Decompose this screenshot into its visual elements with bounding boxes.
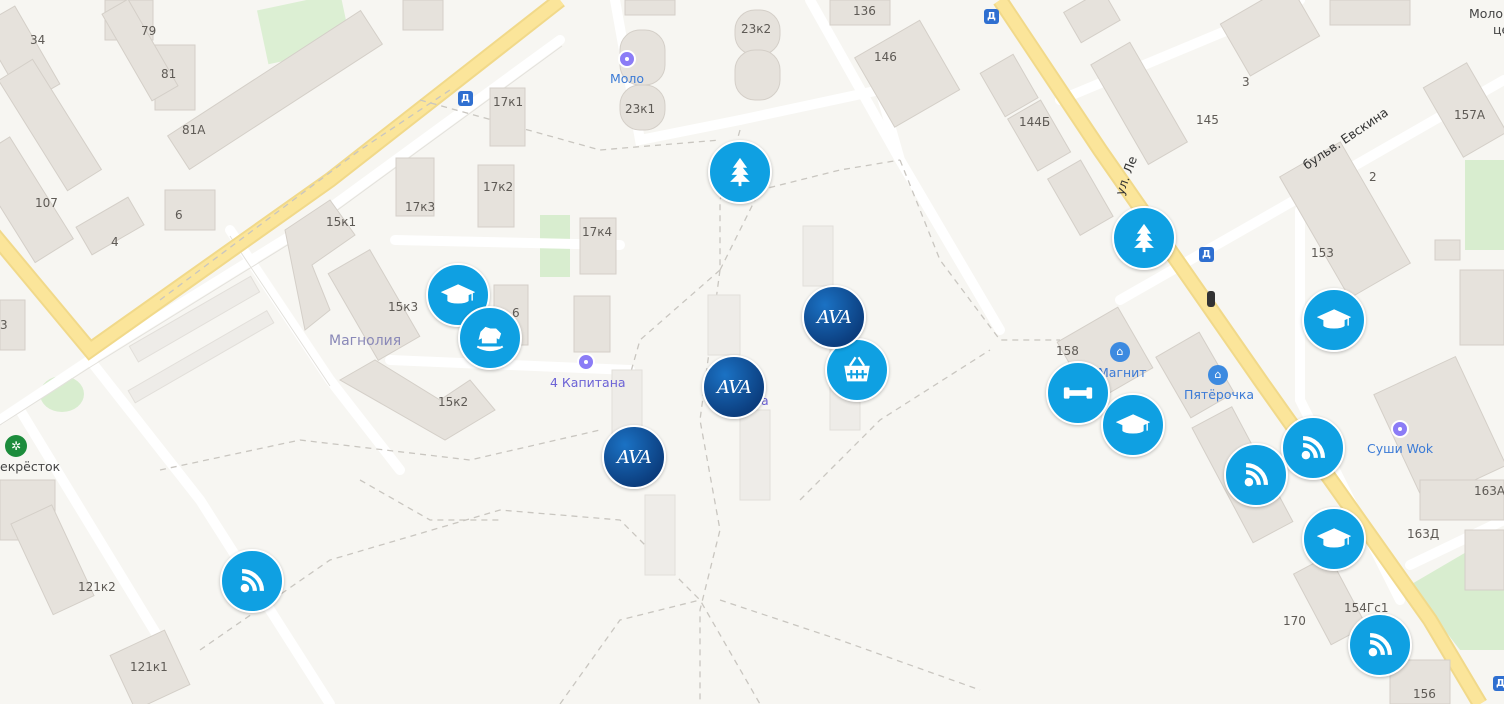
bus-stop-icon[interactable]: Д <box>1493 676 1504 691</box>
ava-marker[interactable]: AVA <box>802 285 866 349</box>
tree-icon[interactable] <box>1112 206 1176 270</box>
poi-molo-right-label-2[interactable]: це <box>1493 22 1504 37</box>
basket-poi-icon[interactable]: ⌂ <box>1110 342 1130 362</box>
basket-poi-icon[interactable]: ⌂ <box>1208 365 1228 385</box>
ava-marker-text: AVA <box>617 446 652 468</box>
house-number: 145 <box>1196 113 1219 127</box>
house-number: 17к2 <box>483 180 514 194</box>
house-number: 34 <box>30 33 46 47</box>
tree-icon[interactable] <box>708 140 772 204</box>
graduation-cap-icon[interactable] <box>1101 393 1165 457</box>
signal-icon[interactable] <box>1348 613 1412 677</box>
bus-stop-icon[interactable]: Д <box>984 9 999 24</box>
poi-pyaterochka-label[interactable]: Пятёрочка <box>1184 387 1254 402</box>
poi-kapitana-icon[interactable] <box>577 353 595 371</box>
ava-marker[interactable]: AVA <box>702 355 766 419</box>
house-number: 79 <box>141 24 157 38</box>
house-number: 15к3 <box>388 300 419 314</box>
house-number: 81 <box>161 67 177 81</box>
perekrestok-icon[interactable]: ✲ <box>5 435 27 457</box>
poi-sushi-icon[interactable] <box>1391 420 1409 438</box>
signal-icon[interactable] <box>1281 416 1345 480</box>
house-number: 17к1 <box>493 95 524 109</box>
district-label: Магнолия <box>329 333 402 349</box>
house-number: 107 <box>35 196 58 210</box>
house-number: 2 <box>1369 170 1377 184</box>
house-number: 23к1 <box>625 102 656 116</box>
house-number: 121к1 <box>130 660 168 674</box>
poi-kapitana-label[interactable]: 4 Капитана <box>550 375 626 390</box>
poi-molo-right-label[interactable]: Моло <box>1469 6 1503 21</box>
house-number: 3 <box>0 318 8 332</box>
house-number: 6 <box>175 208 183 222</box>
house-number: 3 <box>1242 75 1250 89</box>
house-number: 158 <box>1056 344 1079 358</box>
graduation-cap-icon[interactable] <box>1302 507 1366 571</box>
dumbbell-icon[interactable] <box>1046 361 1110 425</box>
map-canvas[interactable]: 34 79 81 81А 107 6 4 3 17к1 17к2 17к3 17… <box>0 0 1504 704</box>
house-number: 81А <box>182 123 206 137</box>
poi-sushi-label[interactable]: Суши Wok <box>1367 441 1433 456</box>
house-number: 163А <box>1474 484 1504 498</box>
house-number: 144Б <box>1019 115 1051 129</box>
poi-molo-label[interactable]: Моло <box>610 71 644 86</box>
graduation-cap-icon[interactable] <box>1302 288 1366 352</box>
poi-perekrestok-label[interactable]: екрёсток <box>0 459 60 474</box>
rocking-horse-icon[interactable] <box>458 306 522 370</box>
house-number: 153 <box>1311 246 1334 260</box>
house-number: 17к3 <box>405 200 436 214</box>
house-number: 23к2 <box>741 22 772 36</box>
house-number: 170 <box>1283 614 1306 628</box>
house-number: 136 <box>853 4 876 18</box>
house-number: 156 <box>1413 687 1436 701</box>
bus-stop-icon[interactable]: Д <box>458 91 473 106</box>
house-number: 163Д <box>1407 527 1440 541</box>
house-number: 17к4 <box>582 225 613 239</box>
signal-icon[interactable] <box>220 549 284 613</box>
ava-marker-text: AVA <box>817 306 852 328</box>
house-number: 15к1 <box>326 215 357 229</box>
house-number: 146 <box>874 50 897 64</box>
bus-stop-icon[interactable]: Д <box>1199 247 1214 262</box>
house-number: 121к2 <box>78 580 116 594</box>
house-number: 157А <box>1454 108 1486 122</box>
house-number: 4 <box>111 235 119 249</box>
traffic-light-icon <box>1207 291 1215 307</box>
house-number: 15к2 <box>438 395 469 409</box>
ava-marker-text: AVA <box>717 376 752 398</box>
ava-marker[interactable]: AVA <box>602 425 666 489</box>
signal-icon[interactable] <box>1224 443 1288 507</box>
poi-molo-icon[interactable] <box>618 50 636 68</box>
